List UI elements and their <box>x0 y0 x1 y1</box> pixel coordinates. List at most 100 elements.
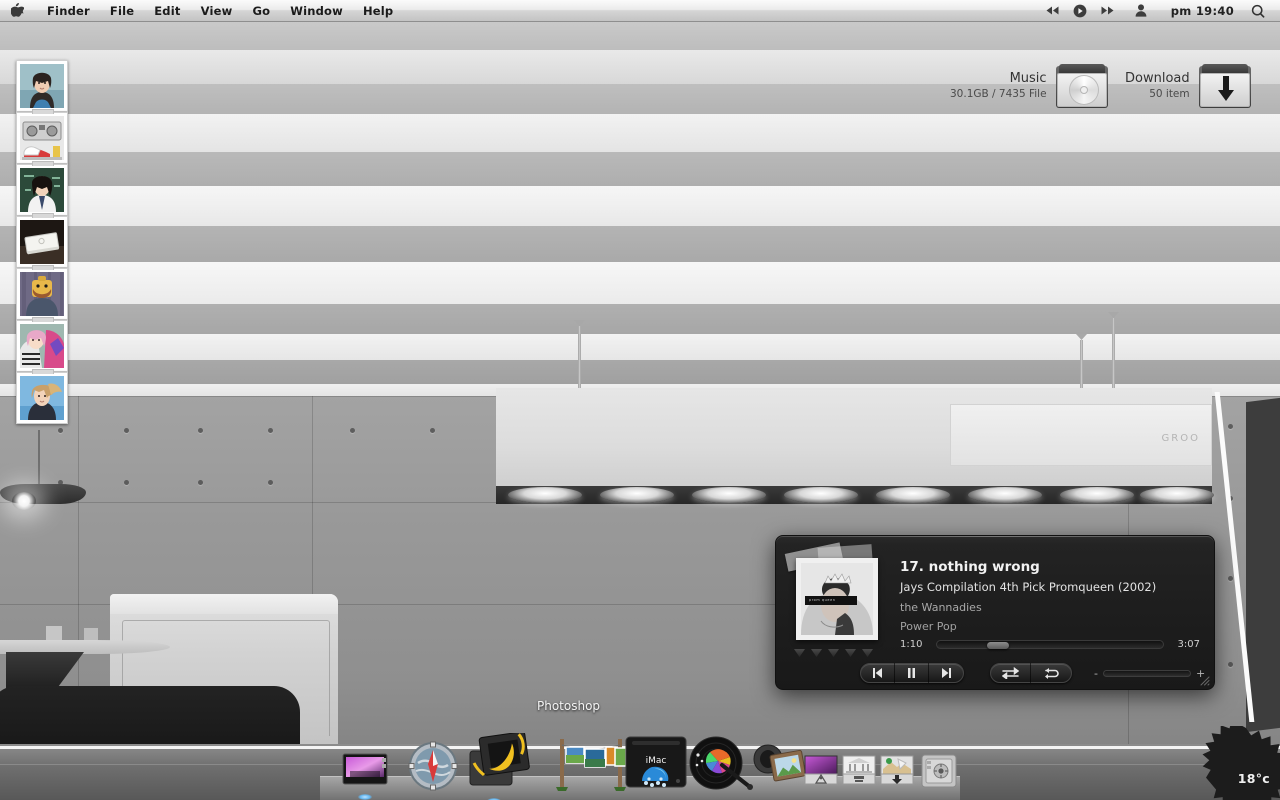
photo-girl-pink-hair[interactable] <box>16 317 68 372</box>
mode-buttons <box>990 663 1072 683</box>
repeat-icon[interactable] <box>1031 663 1071 683</box>
dock-tooltip-label: Photoshop <box>537 699 601 713</box>
photo-girl-windblown[interactable] <box>16 369 68 424</box>
total-duration: 3:07 <box>1177 639 1200 650</box>
menu-bar: Finder File Edit View Go Window Help pm … <box>0 0 1280 22</box>
previous-track-icon[interactable] <box>861 663 895 683</box>
menu-bar-clock[interactable]: pm 19:40 <box>1161 4 1244 18</box>
downlight <box>1060 487 1134 503</box>
pause-icon[interactable] <box>895 663 929 683</box>
apple-logo-icon[interactable] <box>0 3 37 18</box>
dock-item-photoshop[interactable] <box>468 731 534 800</box>
menu-item-view[interactable]: View <box>191 0 243 22</box>
soffit-brand-label: GROO <box>1161 433 1200 444</box>
playback-progress-row: 1:10 3:07 <box>900 639 1200 650</box>
next-track-icon[interactable] <box>929 663 963 683</box>
transport-buttons <box>860 663 964 683</box>
volume-slider[interactable] <box>1102 669 1191 677</box>
ceiling-band <box>0 226 1280 262</box>
photo-boombox-sneaker[interactable] <box>16 109 68 164</box>
album-art-frame: prom queen <box>796 558 878 640</box>
rating-marker[interactable] <box>862 649 873 657</box>
menu-item-window[interactable]: Window <box>280 0 353 22</box>
menu-bar-status-area: pm 19:40 <box>1039 0 1280 22</box>
downlight <box>1140 487 1214 503</box>
weather-widget[interactable]: 18°c <box>1202 726 1280 800</box>
music-player-window[interactable]: prom queen 17. nothing wrong Jays Compil… <box>775 535 1215 690</box>
volume-minus-label[interactable]: - <box>1094 667 1098 680</box>
music-folder-cd-icon[interactable] <box>1055 64 1108 108</box>
ceiling-rod <box>1112 318 1115 388</box>
menu-item-edit[interactable]: Edit <box>144 0 190 22</box>
user-account-icon[interactable] <box>1121 4 1161 17</box>
dock: Photoshop iMac <box>320 699 960 800</box>
resize-grip-icon[interactable] <box>1198 674 1210 686</box>
ceiling-band <box>0 152 1280 186</box>
downlight <box>692 487 766 503</box>
seek-slider[interactable] <box>936 640 1164 649</box>
track-title: 17. nothing wrong <box>900 559 1040 575</box>
svg-text:iMac: iMac <box>646 756 667 766</box>
shuffle-icon[interactable] <box>991 663 1031 683</box>
menu-item-file[interactable]: File <box>100 0 144 22</box>
photo-white-notebook[interactable] <box>16 213 68 268</box>
menu-item-finder[interactable]: Finder <box>37 0 100 22</box>
genre-label: Power Pop <box>900 620 957 633</box>
photo-lego-man[interactable] <box>16 265 68 320</box>
desktop-widget-music[interactable]: Music 30.1GB / 7435 File <box>950 64 1108 108</box>
ceiling-rod <box>578 326 581 388</box>
music-widget-subtitle: 30.1GB / 7435 File <box>950 88 1047 100</box>
dock-item-safari[interactable] <box>408 741 458 796</box>
music-widget-text: Music 30.1GB / 7435 File <box>950 71 1047 101</box>
album-title: Jays Compilation 4th Pick Promqueen (200… <box>900 580 1157 594</box>
menu-item-help[interactable]: Help <box>353 0 403 22</box>
music-widget-title: Music <box>1009 71 1047 86</box>
ceiling-band <box>0 262 1280 304</box>
rating-marker[interactable] <box>811 649 822 657</box>
downlight <box>784 487 858 503</box>
ceiling-rod <box>1080 340 1083 388</box>
desktop-screen: GROO Finder File Edit View Go Window Hel… <box>0 0 1280 800</box>
download-widget-subtitle: 50 item <box>1149 88 1190 100</box>
ceiling-band <box>0 186 1280 226</box>
ceiling-band <box>0 304 1280 334</box>
download-folder-arrow-icon[interactable] <box>1198 64 1251 108</box>
fast-forward-icon[interactable] <box>1094 6 1121 15</box>
player-top-highlight <box>776 536 1214 537</box>
album-art-container[interactable]: prom queen <box>784 542 884 644</box>
wall-panel-right <box>1246 397 1280 733</box>
dock-stack-documents[interactable] <box>842 755 876 790</box>
volume-control[interactable]: - + <box>1094 667 1205 680</box>
rating-marker[interactable] <box>828 649 839 657</box>
desktop-widget-download[interactable]: Download 50 item <box>1125 64 1251 108</box>
dock-stack-applications[interactable] <box>804 755 838 790</box>
artist-name: the Wannadies <box>900 601 982 614</box>
menu-item-go[interactable]: Go <box>242 0 280 22</box>
download-widget-title: Download <box>1125 71 1190 86</box>
ceiling-band <box>0 360 1280 384</box>
dock-stack-downloads[interactable] <box>880 755 914 790</box>
rating-marker[interactable] <box>794 649 805 657</box>
desktop-photo-stack <box>16 60 68 424</box>
seek-slider-handle[interactable] <box>986 642 1009 649</box>
ceiling-band <box>0 114 1280 152</box>
dock-item-itunes-vinyl[interactable] <box>688 735 754 796</box>
play-icon[interactable] <box>1066 4 1094 18</box>
ceiling-band <box>0 22 1280 50</box>
dock-item-vault-safe[interactable] <box>920 753 958 794</box>
dock-item-preview[interactable] <box>752 743 806 794</box>
downlight <box>508 487 582 503</box>
track-metadata: 17. nothing wrong Jays Compilation 4th P… <box>900 558 1196 636</box>
photo-girl-smiling[interactable] <box>16 60 68 112</box>
rating-marker[interactable] <box>845 649 856 657</box>
dining-table <box>0 640 170 654</box>
photo-girl-blackboard[interactable] <box>16 161 68 216</box>
pendant-lamp-cord <box>38 430 40 486</box>
pendant-lamp-bulb <box>12 492 36 510</box>
spotlight-search-icon[interactable] <box>1244 4 1272 18</box>
downlight <box>968 487 1042 503</box>
rewind-icon[interactable] <box>1039 6 1066 15</box>
dock-item-finder-screen[interactable] <box>342 753 388 800</box>
dock-item-imac-finder[interactable]: iMac <box>624 735 688 798</box>
dock-item-iphoto[interactable] <box>552 733 630 796</box>
